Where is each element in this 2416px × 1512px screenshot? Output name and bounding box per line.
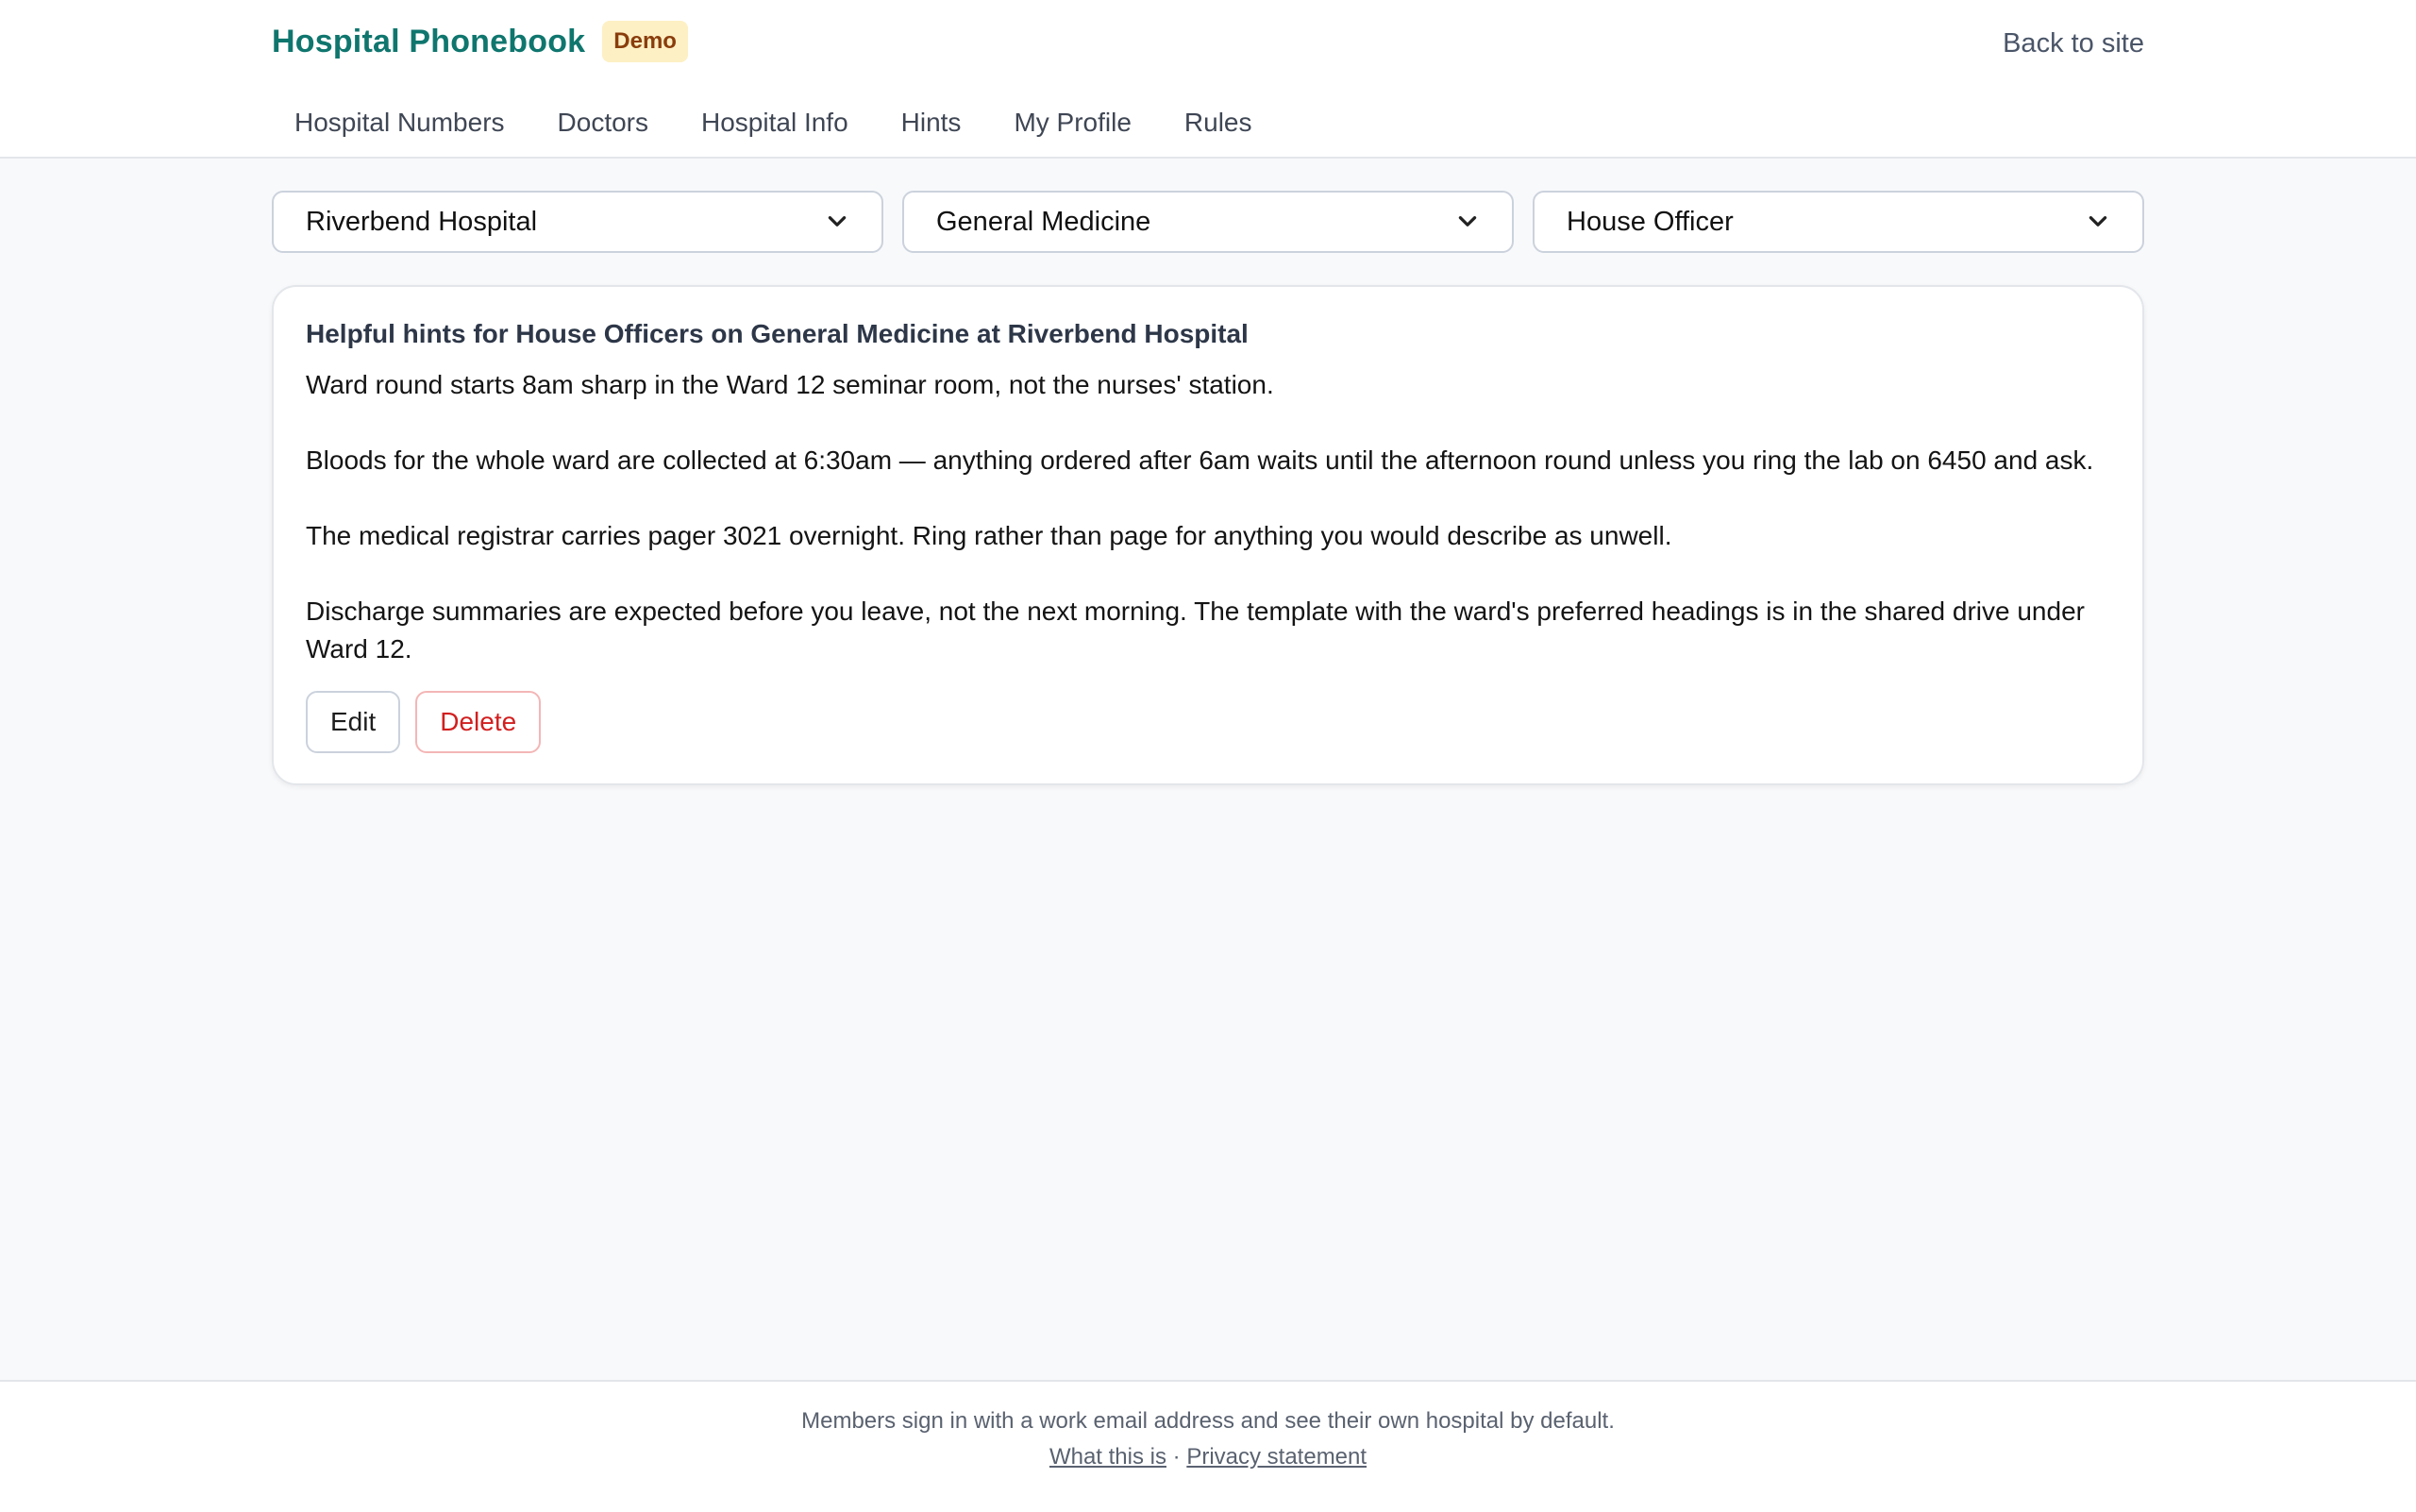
- hint-text: Discharge summaries are expected before …: [306, 596, 2085, 664]
- chevron-down-icon: [1458, 216, 1477, 227]
- role-select[interactable]: House Officer: [1533, 191, 2144, 253]
- nav-item-doctors[interactable]: Doctors: [558, 91, 648, 138]
- nav-item-rules[interactable]: Rules: [1184, 91, 1252, 138]
- brand: Hospital Phonebook Demo: [272, 21, 688, 62]
- hints-card-title: Helpful hints for House Officers on Gene…: [306, 319, 1249, 348]
- back-to-site-link[interactable]: Back to site: [2003, 28, 2144, 59]
- chevron-down-icon: [2089, 216, 2107, 227]
- footer-separator: ·: [1172, 1444, 1181, 1470]
- delete-button[interactable]: Delete: [415, 691, 542, 753]
- hint-text: Ward round starts 8am sharp in the Ward …: [306, 370, 1274, 399]
- nav-item-hints[interactable]: Hints: [901, 91, 962, 138]
- hint-text: Bloods for the whole ward are collected …: [306, 445, 2094, 475]
- specialty-select[interactable]: General Medicine: [902, 191, 1514, 253]
- hints-card: Helpful hints for House Officers on Gene…: [272, 285, 2144, 785]
- footer-text: Members sign in with a work email addres…: [801, 1408, 1615, 1434]
- edit-button[interactable]: Edit: [306, 691, 401, 753]
- privacy-statement-link[interactable]: Privacy statement: [1186, 1444, 1367, 1470]
- main-content: Riverbend Hospital General Medicine Hous…: [272, 191, 2144, 785]
- footer-links: What this is · Privacy statement: [0, 1444, 2416, 1470]
- filter-row: Riverbend Hospital General Medicine Hous…: [272, 191, 2144, 253]
- top-bar: Hospital Phonebook Demo Back to site Hos…: [0, 0, 2416, 159]
- hint-text: The medical registrar carries pager 3021…: [306, 521, 1672, 550]
- chevron-down-icon: [828, 216, 847, 227]
- hospital-select-value: Riverbend Hospital: [306, 206, 538, 237]
- brand-title[interactable]: Hospital Phonebook: [272, 24, 585, 60]
- card-actions: Edit Delete: [306, 691, 2110, 753]
- header-inner: Hospital Phonebook Demo Back to site Hos…: [272, 0, 2144, 138]
- demo-badge: Demo: [602, 21, 688, 62]
- main-nav: Hospital Numbers Doctors Hospital Info H…: [272, 91, 2144, 138]
- nav-item-my-profile[interactable]: My Profile: [1014, 91, 1131, 138]
- footer: Members sign in with a work email addres…: [0, 1380, 2416, 1512]
- hospital-select[interactable]: Riverbend Hospital: [272, 191, 883, 253]
- brand-row: Hospital Phonebook Demo Back to site: [272, 0, 2144, 91]
- role-select-value: House Officer: [1567, 206, 1734, 237]
- specialty-select-value: General Medicine: [936, 206, 1151, 237]
- nav-item-hospital-info[interactable]: Hospital Info: [701, 91, 848, 138]
- what-this-is-link[interactable]: What this is: [1049, 1444, 1166, 1470]
- nav-item-hospital-numbers[interactable]: Hospital Numbers: [294, 91, 505, 138]
